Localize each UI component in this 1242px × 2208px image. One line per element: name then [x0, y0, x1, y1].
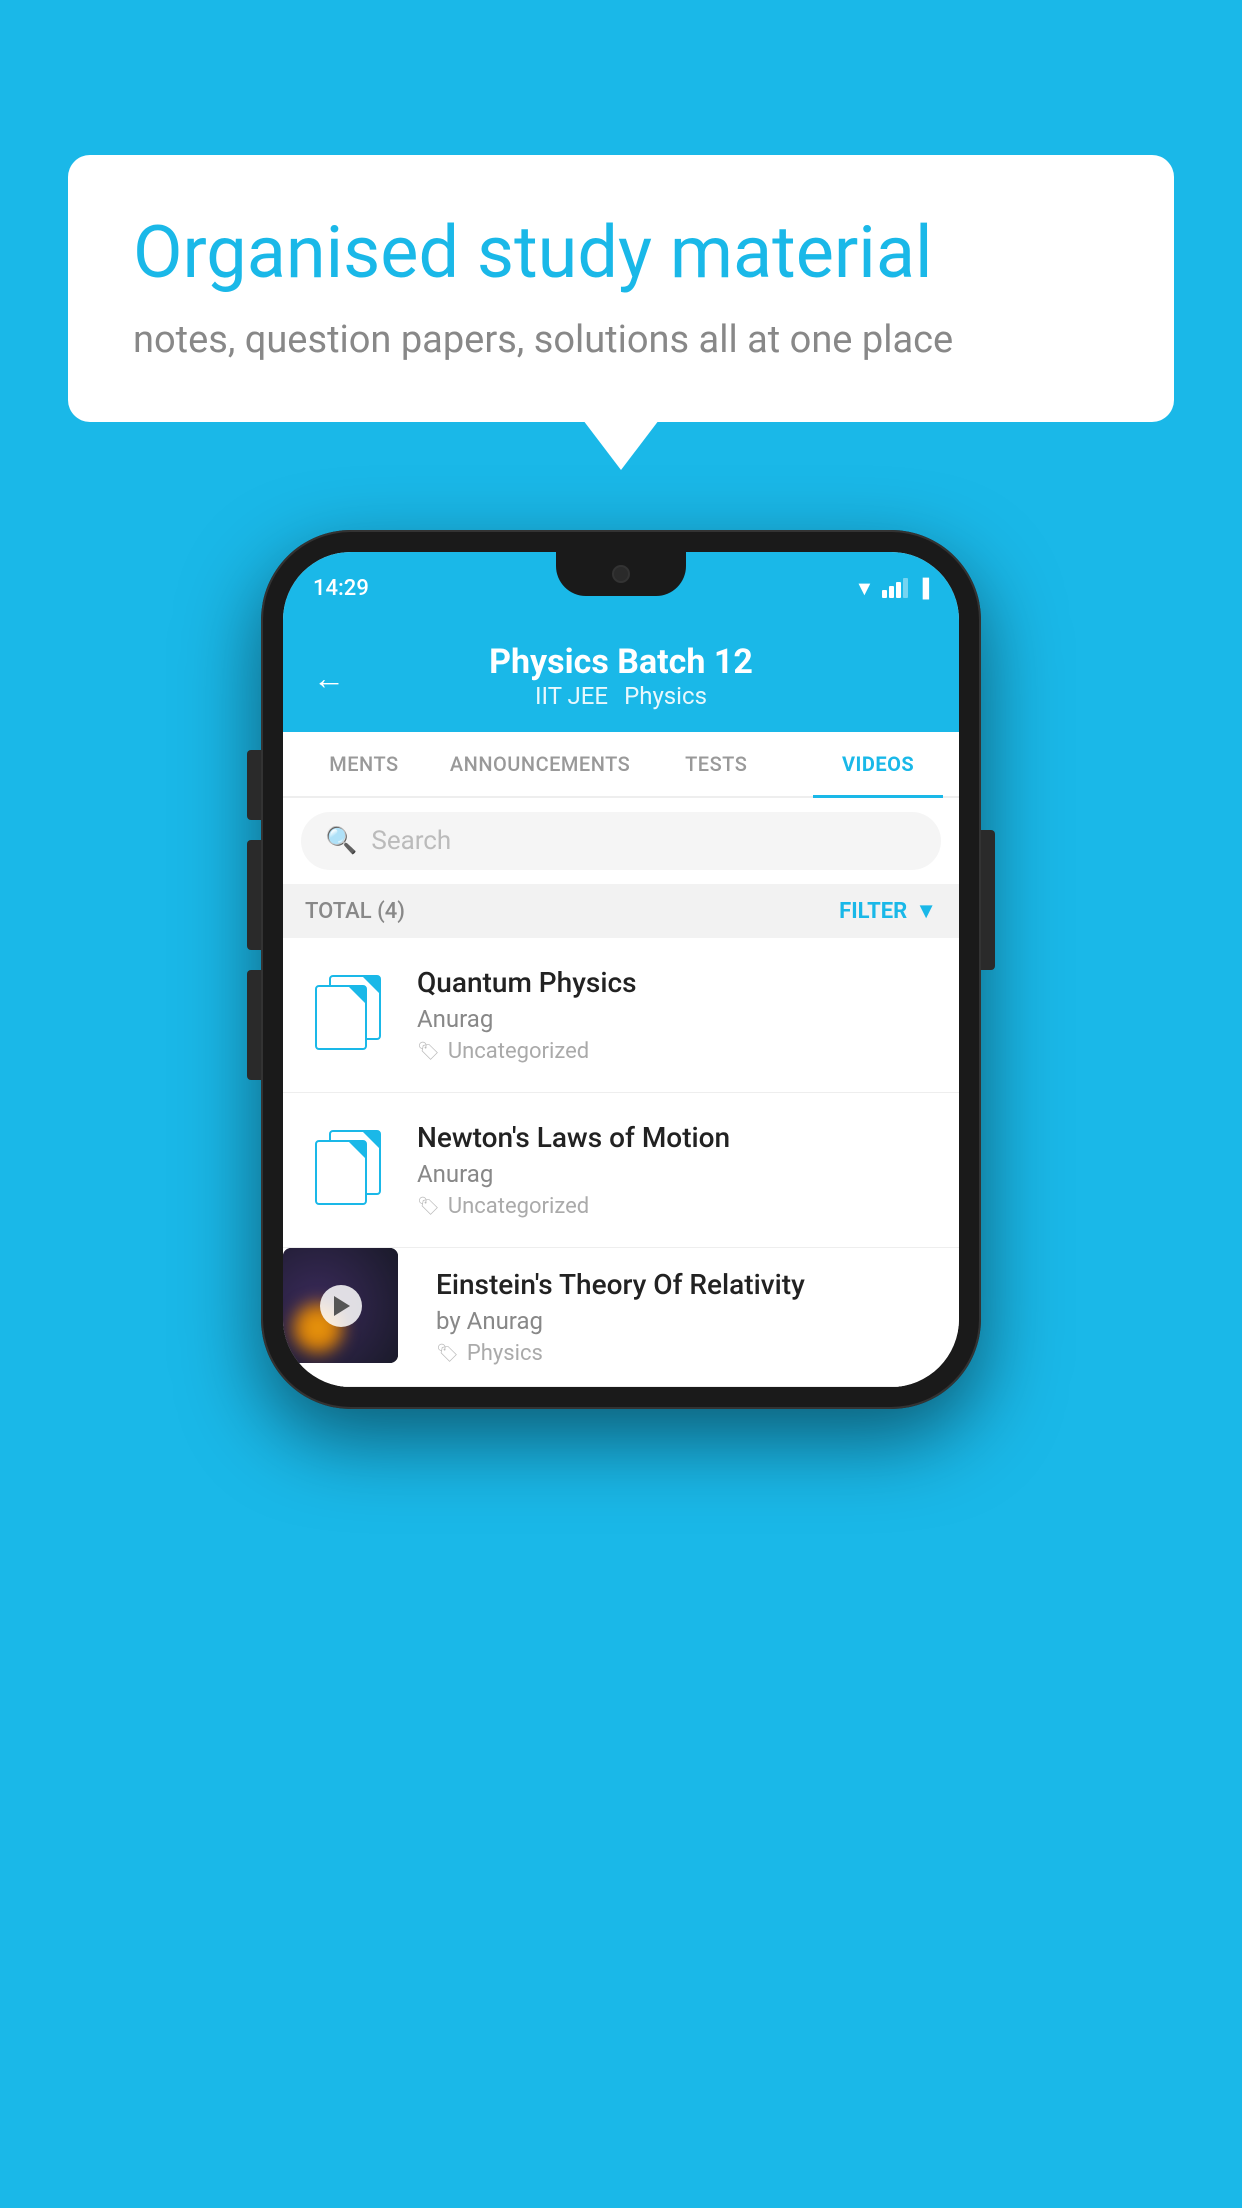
battery-icon: ▐: [916, 578, 929, 599]
search-bar[interactable]: 🔍 Search: [301, 812, 941, 870]
back-button[interactable]: ←: [313, 659, 345, 697]
list-item[interactable]: Einstein's Theory Of Relativity by Anura…: [283, 1248, 959, 1387]
tag-icon: 🏷: [417, 1196, 440, 1217]
speech-bubble: Organised study material notes, question…: [68, 155, 1174, 422]
notch: [556, 552, 686, 596]
video-title: Newton's Laws of Motion: [417, 1121, 937, 1154]
filter-label: FILTER: [839, 899, 907, 924]
filter-icon: ▼: [915, 898, 937, 924]
file-page-front: [315, 1140, 367, 1205]
file-icon-container: [305, 1125, 395, 1215]
speech-bubble-section: Organised study material notes, question…: [68, 155, 1174, 422]
signal-icon: [882, 578, 908, 598]
tag-icon: 🏷: [436, 1343, 459, 1364]
file-page-front: [315, 985, 367, 1050]
video-tag: 🏷 Uncategorized: [417, 1039, 937, 1064]
subtitle-physics: Physics: [624, 682, 707, 710]
search-icon: 🔍: [325, 826, 357, 856]
tab-announcements[interactable]: ANNOUNCEMENTS: [445, 732, 635, 796]
status-icons: ▼ ▐: [854, 576, 929, 601]
camera: [612, 565, 630, 583]
tag-label: Physics: [467, 1341, 543, 1366]
play-button[interactable]: [320, 1285, 362, 1327]
tag-label: Uncategorized: [448, 1039, 589, 1064]
silent-button: [247, 970, 261, 1080]
video-info: Newton's Laws of Motion Anurag 🏷 Uncateg…: [417, 1121, 937, 1219]
tag-icon: 🏷: [417, 1041, 440, 1062]
status-bar: 14:29 ▼ ▐: [283, 552, 959, 624]
app-header: ← Physics Batch 12 IIT JEE Physics: [283, 624, 959, 732]
batch-title: Physics Batch 12: [489, 642, 753, 682]
bubble-subtitle: notes, question papers, solutions all at…: [133, 318, 1109, 362]
play-triangle: [334, 1296, 350, 1316]
video-tag: 🏷 Uncategorized: [417, 1194, 937, 1219]
phone-shell: 14:29 ▼ ▐ ← Physics B: [261, 530, 981, 1409]
file-icon-container: [305, 970, 395, 1060]
file-fold: [349, 1142, 365, 1158]
search-section: 🔍 Search: [283, 798, 959, 884]
video-author: Anurag: [417, 1160, 937, 1188]
video-info: Einstein's Theory Of Relativity by Anura…: [420, 1248, 937, 1386]
phone-mockup: 14:29 ▼ ▐ ← Physics B: [261, 530, 981, 1409]
video-author: by Anurag: [436, 1307, 921, 1335]
video-title: Quantum Physics: [417, 966, 937, 999]
video-info: Quantum Physics Anurag 🏷 Uncategorized: [417, 966, 937, 1064]
video-list: Quantum Physics Anurag 🏷 Uncategorized: [283, 938, 959, 1387]
video-tag: 🏷 Physics: [436, 1341, 921, 1366]
file-icon: [315, 1130, 385, 1210]
total-count: TOTAL (4): [305, 899, 405, 924]
search-placeholder: Search: [371, 826, 451, 856]
list-item[interactable]: Quantum Physics Anurag 🏷 Uncategorized: [283, 938, 959, 1093]
status-time: 14:29: [313, 576, 369, 601]
bubble-title: Organised study material: [133, 210, 1109, 296]
video-title: Einstein's Theory Of Relativity: [436, 1268, 921, 1301]
tab-tests[interactable]: TESTS: [635, 732, 797, 796]
batch-subtitle: IIT JEE Physics: [535, 682, 707, 710]
tab-bar: MENTS ANNOUNCEMENTS TESTS VIDEOS: [283, 732, 959, 798]
subtitle-iitjee: IIT JEE: [535, 682, 608, 710]
tag-label: Uncategorized: [448, 1194, 589, 1219]
power-button: [981, 830, 995, 970]
volume-up-button: [247, 750, 261, 820]
video-author: Anurag: [417, 1005, 937, 1033]
filter-bar: TOTAL (4) FILTER ▼: [283, 884, 959, 938]
file-icon: [315, 975, 385, 1055]
list-item[interactable]: Newton's Laws of Motion Anurag 🏷 Uncateg…: [283, 1093, 959, 1248]
phone-screen: 14:29 ▼ ▐ ← Physics B: [283, 552, 959, 1387]
volume-down-button: [247, 840, 261, 950]
video-thumbnail: [283, 1248, 398, 1363]
file-fold: [349, 987, 365, 1003]
filter-button[interactable]: FILTER ▼: [839, 898, 937, 924]
wifi-icon: ▼: [854, 576, 874, 601]
tab-videos[interactable]: VIDEOS: [797, 732, 959, 796]
tab-ments[interactable]: MENTS: [283, 732, 445, 796]
